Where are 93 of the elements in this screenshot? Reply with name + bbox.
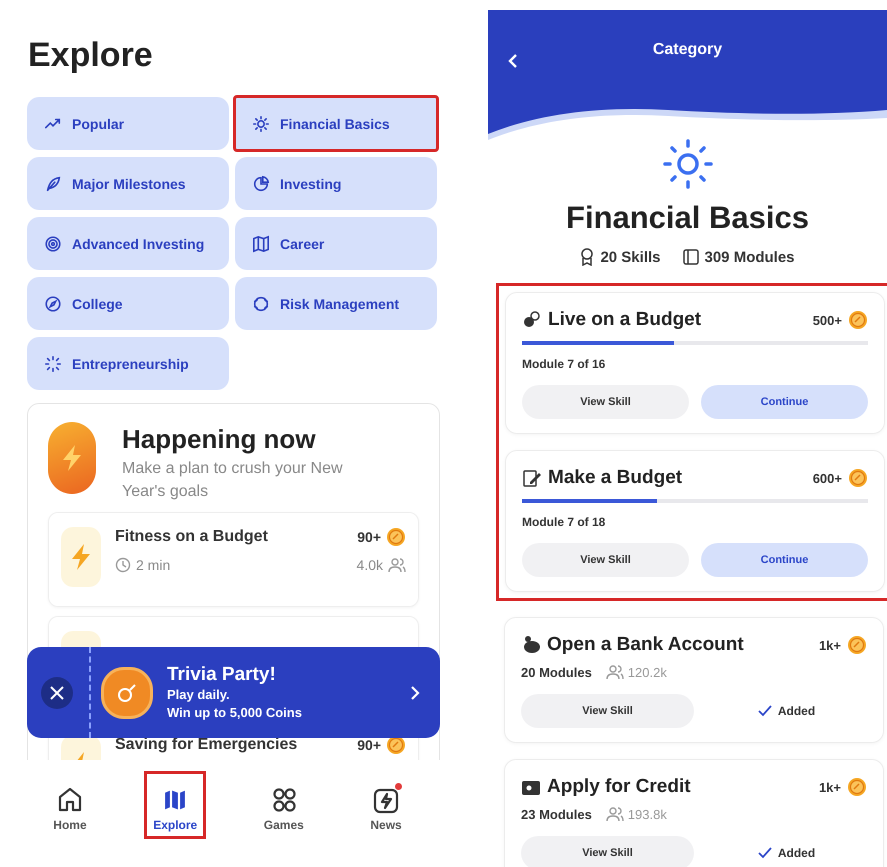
category-label: Career bbox=[280, 236, 324, 252]
skill-title: Open a Bank Account bbox=[547, 634, 744, 656]
compass-icon bbox=[44, 294, 62, 312]
skill-title: Make a Budget bbox=[548, 467, 682, 489]
coin-amount: 90+ bbox=[357, 529, 381, 545]
coin-amount: 1k+ bbox=[818, 780, 841, 794]
section-subtitle: Make a plan to crush your New Year's goals bbox=[122, 459, 344, 502]
banner-title: Trivia Party! bbox=[167, 664, 277, 686]
bolt-icon bbox=[61, 527, 101, 587]
coin-amount: 600+ bbox=[812, 470, 842, 486]
added-status: Added bbox=[778, 704, 816, 718]
view-skill-button[interactable]: View Skill bbox=[522, 543, 689, 577]
event-title: Saving for Emergencies bbox=[115, 736, 298, 754]
nav-tab[interactable]: Home bbox=[47, 774, 93, 836]
category-tile[interactable]: Entrepreneurship bbox=[27, 337, 229, 390]
section-title: Happening now bbox=[122, 424, 317, 455]
nav-tab[interactable]: Explore bbox=[147, 774, 204, 836]
category-label: Popular bbox=[72, 116, 124, 132]
category-title: Financial Basics bbox=[565, 200, 810, 236]
bolt-badge-icon bbox=[48, 422, 96, 494]
people-icon bbox=[606, 806, 624, 822]
check-icon bbox=[758, 847, 772, 859]
coin-icon bbox=[847, 777, 867, 797]
continue-button[interactable]: Continue bbox=[701, 385, 868, 419]
pie-chart-icon bbox=[252, 174, 270, 192]
added-status: Added bbox=[778, 846, 816, 860]
event-title: Fitness on a Budget bbox=[115, 528, 268, 546]
coin-amount: 90+ bbox=[357, 737, 381, 753]
coins-icon bbox=[522, 310, 542, 330]
sun-icon bbox=[662, 138, 714, 190]
bolt-square-icon bbox=[372, 786, 400, 814]
medal-icon bbox=[101, 666, 153, 718]
nav-tab[interactable]: Games bbox=[258, 774, 310, 836]
banner-text: Play daily. bbox=[167, 686, 231, 704]
category-label: Financial Basics bbox=[280, 116, 390, 132]
modules-count: 309 Modules bbox=[704, 248, 795, 266]
trivia-toast[interactable]: Trivia Party! Play daily. Win up to 5,000 Coins bbox=[27, 647, 440, 738]
coin-icon bbox=[386, 527, 406, 547]
coin-amount: 500+ bbox=[812, 312, 842, 328]
clock-icon bbox=[115, 557, 131, 573]
category-tile[interactable]: Risk Management bbox=[235, 277, 437, 330]
close-button[interactable] bbox=[41, 676, 73, 708]
sun-icon bbox=[252, 114, 270, 132]
category-label: Entrepreneurship bbox=[72, 356, 189, 372]
category-label: Major Milestones bbox=[72, 176, 186, 192]
award-icon bbox=[580, 248, 594, 266]
coin-icon bbox=[848, 468, 868, 488]
category-tile[interactable]: Career bbox=[235, 217, 437, 270]
view-skill-button[interactable]: View Skill bbox=[521, 836, 694, 867]
document-pen-icon bbox=[522, 468, 542, 488]
category-tile[interactable]: Financial Basics bbox=[235, 97, 437, 150]
learner-count: 120.2k bbox=[628, 664, 667, 680]
target-icon bbox=[44, 234, 62, 252]
feather-icon bbox=[44, 174, 62, 192]
skill-title: Apply for Credit bbox=[547, 776, 691, 798]
category-tile[interactable]: Investing bbox=[235, 157, 437, 210]
category-label: Advanced Investing bbox=[72, 236, 204, 252]
continue-button[interactable]: Continue bbox=[701, 543, 868, 577]
category-tile[interactable]: College bbox=[27, 277, 229, 330]
module-progress: Module 7 of 16 bbox=[522, 357, 606, 371]
skill-title: Live on a Budget bbox=[548, 309, 702, 331]
coin-icon bbox=[847, 635, 867, 655]
close-icon bbox=[50, 686, 64, 700]
category-label: Risk Management bbox=[280, 296, 400, 312]
chevron-right-icon bbox=[410, 684, 420, 700]
category-tile[interactable]: Popular bbox=[27, 97, 229, 150]
check-icon bbox=[758, 705, 772, 717]
category-label: Investing bbox=[280, 176, 342, 192]
event-card[interactable]: Fitness on a Budget 90+ 2 min 4.0k bbox=[48, 512, 419, 607]
coin-amount: 1k+ bbox=[818, 638, 841, 652]
sparkle-icon bbox=[44, 354, 62, 372]
map-icon bbox=[252, 234, 270, 252]
category-tile[interactable]: Major Milestones bbox=[27, 157, 229, 210]
participant-count: 4.0k bbox=[356, 557, 383, 573]
people-icon bbox=[606, 664, 624, 680]
nav-tab[interactable]: News bbox=[364, 774, 408, 836]
event-duration: 2 min bbox=[136, 557, 170, 573]
header-title: Category bbox=[652, 41, 722, 59]
view-skill-button[interactable]: View Skill bbox=[522, 385, 689, 419]
lifebuoy-icon bbox=[252, 294, 270, 312]
module-count: 23 Modules bbox=[521, 806, 592, 822]
skills-count: 20 Skills bbox=[600, 248, 660, 266]
coin-icon bbox=[848, 310, 868, 330]
view-skill-button[interactable]: View Skill bbox=[521, 694, 694, 728]
page-title: Explore bbox=[27, 35, 154, 76]
people-icon bbox=[388, 557, 406, 573]
category-tile[interactable]: Advanced Investing bbox=[27, 217, 229, 270]
learner-count: 193.8k bbox=[628, 806, 667, 822]
book-icon bbox=[682, 249, 698, 265]
module-progress: Module 7 of 18 bbox=[522, 515, 606, 529]
banner-text: Win up to 5,000 Coins bbox=[167, 704, 303, 722]
module-count: 20 Modules bbox=[521, 664, 592, 680]
category-label: College bbox=[72, 296, 123, 312]
